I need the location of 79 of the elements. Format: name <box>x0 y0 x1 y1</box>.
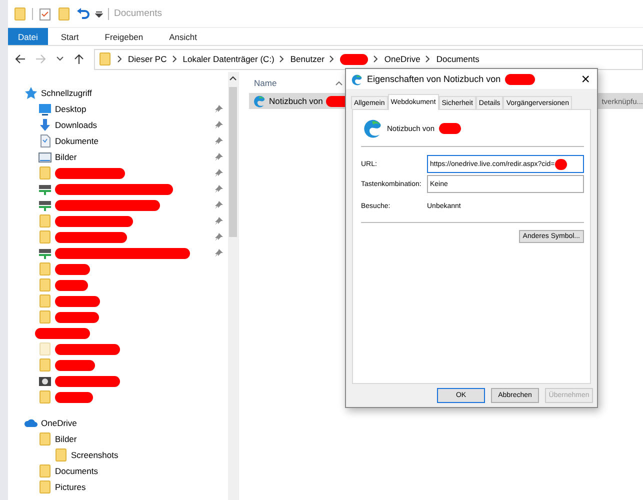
folder-icon <box>38 358 52 372</box>
nav-heading[interactable]: Schnellzugriff <box>41 88 92 98</box>
breadcrumb[interactable]: Benutzer <box>290 54 324 64</box>
star-icon <box>24 86 38 100</box>
folder-icon <box>54 448 68 462</box>
folder-icon <box>98 52 112 66</box>
document-icon <box>38 134 52 148</box>
breadcrumb[interactable]: Documents <box>436 54 480 64</box>
nav-item[interactable]: Downloads <box>55 120 98 130</box>
dialog-title: Eigenschaften von Notizbuch von <box>367 74 501 84</box>
folder-label[interactable]: Documents <box>55 466 98 476</box>
pin-icon[interactable] <box>214 152 224 162</box>
folder-icon <box>38 262 52 276</box>
column-header[interactable]: Name <box>254 78 277 88</box>
download-arrow-icon <box>38 118 52 132</box>
pin-icon[interactable] <box>214 248 224 258</box>
folder-icon <box>13 6 27 20</box>
pin-icon[interactable] <box>214 184 224 194</box>
folder-label[interactable]: Bilder <box>55 434 77 444</box>
window-title: Documents <box>114 8 162 19</box>
folder-icon <box>38 480 52 494</box>
pin-icon[interactable] <box>214 200 224 210</box>
history-caret-icon[interactable] <box>56 55 64 63</box>
ribbon-tab[interactable]: Freigeben <box>92 28 156 45</box>
up-arrow-icon[interactable] <box>73 53 85 65</box>
folder-label[interactable]: Pictures <box>55 482 86 492</box>
nav-heading[interactable]: OneDrive <box>41 418 77 428</box>
pin-icon[interactable] <box>214 168 224 178</box>
scroll-up-icon[interactable] <box>229 75 237 81</box>
scrollbar[interactable] <box>228 72 238 500</box>
properties-icon[interactable] <box>38 6 52 20</box>
picture-icon <box>38 150 52 164</box>
network-drive-icon <box>38 246 52 260</box>
back-arrow-icon[interactable] <box>14 53 26 65</box>
chevron-icon <box>172 55 178 63</box>
chevron-icon <box>373 55 380 63</box>
file-name: Notizbuch von <box>269 96 323 106</box>
folder-icon <box>38 278 52 292</box>
folder-icon <box>38 464 52 478</box>
close-button[interactable]: × <box>574 70 597 88</box>
nav-item[interactable]: Bilder <box>55 152 77 162</box>
ribbon-tab[interactable]: Datei <box>8 28 48 45</box>
camera-icon <box>38 374 52 388</box>
breadcrumb[interactable]: Dieser PC <box>128 54 167 64</box>
folder-label[interactable]: Screenshots <box>71 450 118 460</box>
edge-browser-icon <box>350 72 363 86</box>
ribbon-tab[interactable]: Ansicht <box>156 28 210 45</box>
folder-icon <box>38 342 52 356</box>
folder-icon <box>38 310 52 324</box>
forward-arrow-icon[interactable] <box>35 53 47 65</box>
edge-browser-icon <box>252 94 266 108</box>
chevron-icon <box>117 55 123 63</box>
folder-icon <box>38 432 52 446</box>
pin-icon[interactable] <box>214 216 224 226</box>
dropdown-caret-icon[interactable] <box>95 10 103 18</box>
edge-browser-icon <box>361 117 383 139</box>
folder-icon <box>38 214 52 228</box>
network-drive-icon <box>38 198 52 212</box>
undo-icon[interactable] <box>76 6 90 20</box>
pin-icon[interactable] <box>214 232 224 242</box>
monitor-icon <box>38 102 52 116</box>
chevron-icon <box>279 55 286 63</box>
pin-icon[interactable] <box>214 136 224 146</box>
folder-icon <box>38 166 52 180</box>
nav-item[interactable]: Desktop <box>55 104 86 114</box>
folder-icon <box>38 230 52 244</box>
sort-caret-icon <box>335 80 343 86</box>
breadcrumb[interactable]: OneDrive <box>384 54 420 64</box>
breadcrumb[interactable]: Lokaler Datenträger (C:) <box>182 54 274 64</box>
pin-icon[interactable] <box>214 120 224 130</box>
chevron-icon <box>425 55 432 63</box>
chevron-icon <box>329 55 336 63</box>
folder-icon <box>38 294 52 308</box>
network-drive-icon <box>38 182 52 196</box>
ribbon-tab[interactable]: Start <box>48 28 92 45</box>
folder-icon <box>38 390 52 404</box>
nav-item[interactable]: Dokumente <box>55 136 98 146</box>
folder-icon <box>57 6 71 20</box>
pin-icon[interactable] <box>214 104 224 114</box>
